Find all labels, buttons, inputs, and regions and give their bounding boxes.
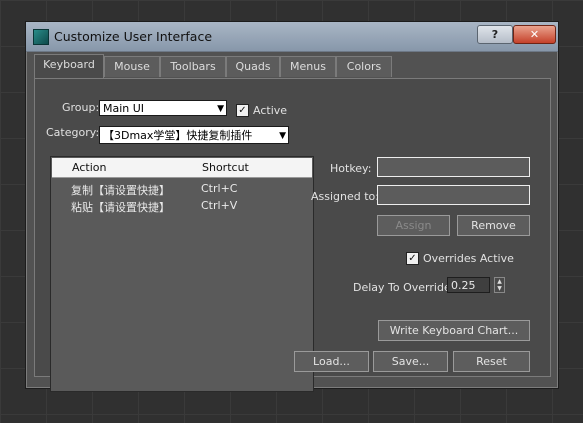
save-button[interactable]: Save...	[373, 351, 448, 372]
close-button[interactable]: ✕	[513, 25, 556, 44]
tab-quads[interactable]: Quads	[226, 56, 280, 77]
list-item[interactable]: 粘贴【请设置快捷】 Ctrl+V	[51, 199, 313, 216]
title-bar[interactable]: Customize User Interface ? ✕	[26, 22, 558, 52]
spinner-arrows-icon[interactable]: ▲ ▼	[494, 277, 505, 293]
help-button[interactable]: ?	[477, 25, 513, 44]
overrides-active-checkbox[interactable]: ✓	[406, 252, 419, 265]
category-dropdown[interactable]: 【3Dmax学堂】快捷复制插件 ▼	[99, 126, 289, 144]
chevron-down-icon: ▼	[217, 104, 224, 114]
tab-mouse[interactable]: Mouse	[104, 56, 160, 77]
assigned-to-field[interactable]	[377, 185, 530, 205]
tab-keyboard[interactable]: Keyboard	[34, 54, 104, 78]
action-name: 粘贴【请设置快捷】	[71, 201, 170, 214]
hotkey-label: Hotkey:	[330, 162, 372, 175]
window-title: Customize User Interface	[54, 29, 213, 44]
action-shortcut: Ctrl+V	[201, 199, 238, 212]
group-value: Main UI	[103, 102, 145, 115]
3dsmax-app-icon	[33, 29, 49, 45]
action-shortcut: Ctrl+C	[201, 182, 238, 195]
active-checkbox[interactable]: ✓	[236, 104, 249, 117]
column-shortcut[interactable]: Shortcut	[202, 161, 249, 174]
assigned-to-label: Assigned to:	[311, 190, 379, 203]
delay-to-override-label: Delay To Override:	[353, 281, 455, 294]
list-header: Action Shortcut	[52, 158, 312, 178]
group-label: Group:	[62, 101, 100, 114]
action-list[interactable]: Action Shortcut 复制【请设置快捷】 Ctrl+C 粘贴【请设置快…	[50, 156, 314, 392]
tab-colors[interactable]: Colors	[336, 56, 392, 77]
active-label: Active	[253, 104, 288, 117]
column-action[interactable]: Action	[72, 161, 106, 174]
overrides-active-label: Overrides Active	[423, 252, 514, 265]
tab-menus[interactable]: Menus	[280, 56, 336, 77]
tab-toolbars[interactable]: Toolbars	[160, 56, 226, 77]
customize-ui-dialog: Customize User Interface ? ✕ Keyboard Mo…	[25, 21, 559, 392]
action-name: 复制【请设置快捷】	[71, 184, 170, 197]
delay-value-field[interactable]: 0.25	[447, 277, 490, 293]
assign-button[interactable]: Assign	[377, 215, 450, 236]
load-button[interactable]: Load...	[294, 351, 369, 372]
remove-button[interactable]: Remove	[457, 215, 530, 236]
write-keyboard-chart-button[interactable]: Write Keyboard Chart...	[378, 320, 530, 341]
reset-button[interactable]: Reset	[453, 351, 530, 372]
chevron-down-icon: ▼	[279, 131, 286, 141]
group-dropdown[interactable]: Main UI ▼	[99, 100, 227, 116]
category-label: Category:	[46, 126, 100, 139]
hotkey-field[interactable]	[377, 157, 530, 177]
category-value: 【3Dmax学堂】快捷复制插件	[103, 129, 253, 142]
list-item[interactable]: 复制【请设置快捷】 Ctrl+C	[51, 182, 313, 199]
